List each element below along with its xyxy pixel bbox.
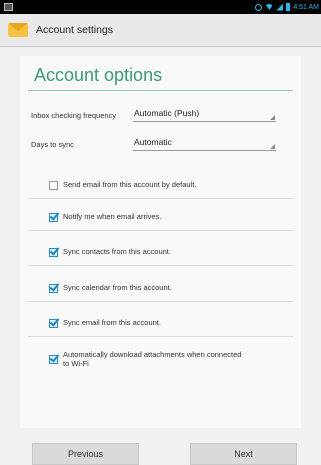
checkmark-icon bbox=[49, 352, 60, 363]
envelope-icon[interactable] bbox=[8, 23, 28, 37]
checkbox-row-default-account[interactable]: Send email from this account by default. bbox=[28, 175, 293, 199]
action-bar: Account settings bbox=[0, 14, 321, 47]
checkbox-row-download-attachments[interactable]: Automatically download attachments when … bbox=[28, 345, 293, 375]
inbox-frequency-value: Automatic (Push) bbox=[134, 108, 200, 118]
action-bar-title: Account settings bbox=[36, 24, 114, 36]
next-button[interactable]: Next bbox=[190, 443, 297, 465]
checkbox-label: Notify me when email arrives. bbox=[63, 212, 162, 221]
checkbox-row-sync-calendar[interactable]: Sync calendar from this account. bbox=[28, 278, 293, 302]
checkbox-row-sync-contacts[interactable]: Sync contacts from this account. bbox=[28, 242, 293, 266]
checkbox-label: Sync email from this account. bbox=[63, 318, 161, 327]
wifi-icon bbox=[265, 4, 274, 10]
download-attachments-checkbox[interactable] bbox=[49, 352, 60, 364]
notify-checkbox[interactable] bbox=[49, 210, 60, 222]
dropdown-arrow-icon bbox=[270, 115, 275, 120]
status-time: 4:51 AM bbox=[293, 3, 319, 11]
checkbox-label-line2: to Wi-Fi bbox=[63, 359, 89, 368]
inbox-frequency-spinner[interactable]: Automatic (Push) bbox=[133, 108, 276, 122]
status-bar: 4:51 AM bbox=[0, 0, 321, 14]
checkmark-icon bbox=[49, 245, 60, 256]
days-to-sync-label: Days to sync bbox=[31, 140, 74, 149]
battery-icon bbox=[286, 3, 291, 11]
checkbox-label: Sync calendar from this account. bbox=[63, 283, 172, 292]
previous-button[interactable]: Previous bbox=[32, 443, 139, 465]
sync-calendar-checkbox[interactable] bbox=[49, 281, 60, 293]
checkbox-row-sync-email[interactable]: Sync email from this account. bbox=[28, 313, 293, 337]
checkmark-icon bbox=[49, 281, 60, 292]
days-to-sync-value: Automatic bbox=[134, 137, 172, 147]
checkbox-label: Send email from this account by default. bbox=[63, 180, 197, 189]
title-divider bbox=[28, 90, 293, 91]
checkbox-row-notify[interactable]: Notify me when email arrives. bbox=[28, 207, 293, 231]
checkbox-label: Automatically download attachments when … bbox=[63, 350, 241, 368]
alarm-icon bbox=[255, 3, 263, 11]
inbox-frequency-label: Inbox checking frequency bbox=[31, 111, 117, 120]
status-icons: 4:51 AM bbox=[255, 1, 319, 13]
notification-icon bbox=[4, 3, 13, 11]
dropdown-arrow-icon bbox=[270, 144, 275, 149]
days-to-sync-spinner[interactable]: Automatic bbox=[133, 137, 276, 151]
page-title: Account options bbox=[34, 65, 163, 85]
checkbox-label: Sync contacts from this account. bbox=[63, 247, 171, 256]
checkbox-label-line1: Automatically download attachments when … bbox=[63, 350, 242, 359]
checkmark-icon bbox=[49, 210, 60, 221]
default-account-checkbox[interactable] bbox=[49, 181, 58, 190]
checkmark-icon bbox=[49, 316, 60, 327]
sync-contacts-checkbox[interactable] bbox=[49, 245, 60, 257]
sync-email-checkbox[interactable] bbox=[49, 316, 60, 328]
account-options-panel: Account options Inbox checking frequency… bbox=[20, 56, 301, 428]
signal-icon bbox=[276, 3, 284, 11]
